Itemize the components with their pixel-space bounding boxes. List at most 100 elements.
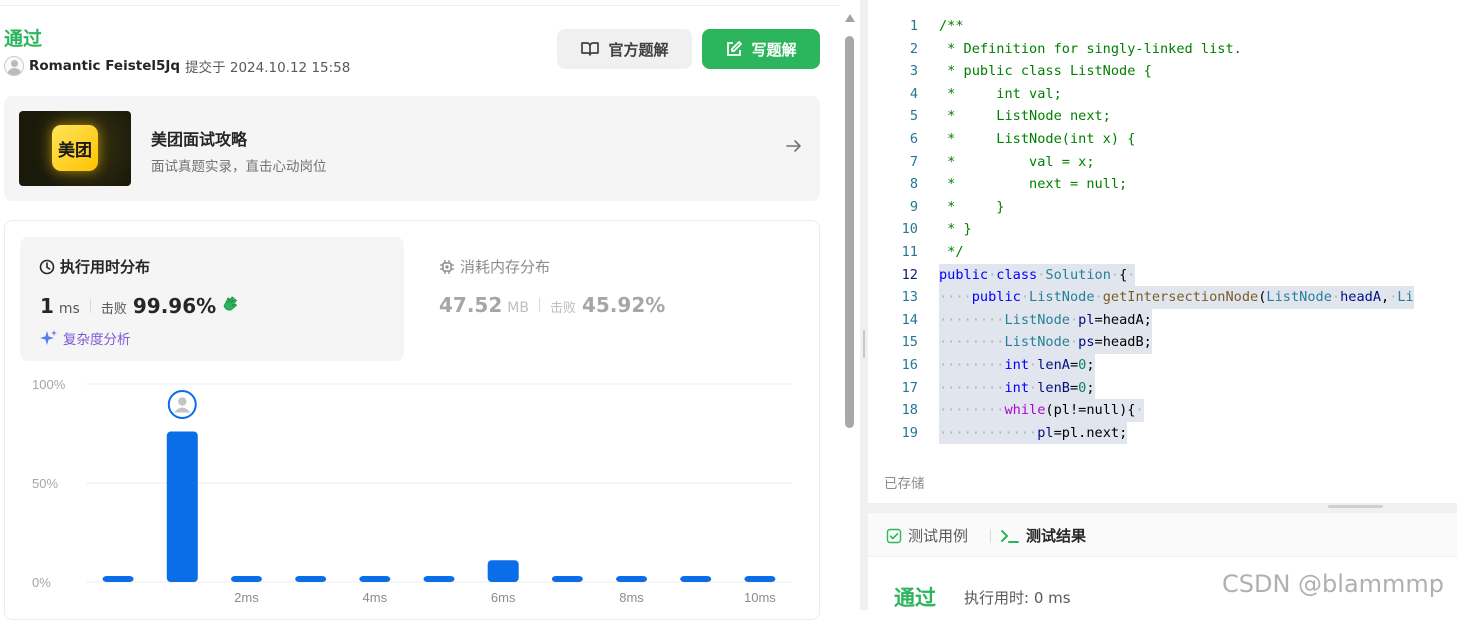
code-text[interactable]: ········int·lenA=0;	[939, 354, 1095, 377]
edit-icon	[725, 40, 743, 58]
code-text[interactable]: /**	[939, 15, 964, 38]
code-text[interactable]: * ListNode(int x) {	[939, 128, 1135, 151]
code-line[interactable]: 19 ············pl=pl.next;	[868, 421, 1457, 445]
code-line[interactable]: 17 ········int·lenB=0;	[868, 376, 1457, 400]
code-text[interactable]: * Definition for singly-linked list.	[939, 38, 1242, 61]
code-line[interactable]: 1 /**	[868, 15, 1457, 38]
code-text[interactable]: */	[939, 241, 963, 264]
runtime-beat-percent: 99.96%	[132, 294, 217, 318]
line-number: 4	[909, 85, 918, 102]
runtime-distribution-chart[interactable]: 0% 50% 100% 2ms 4ms 6ms 8ms 10ms	[20, 370, 820, 610]
code-line[interactable]: 13 ····public·ListNode·getIntersectionNod…	[868, 286, 1457, 309]
code-text[interactable]: ········ListNode·pl=headA;	[939, 308, 1152, 332]
tab-testcase[interactable]: 测试用例	[886, 525, 968, 546]
separator	[89, 299, 91, 313]
chart-bar[interactable]	[230, 576, 262, 582]
tab-testcase-label: 测试用例	[908, 527, 969, 545]
left-scrollbar-thumb[interactable]	[845, 36, 854, 428]
runtime-title-text: 执行用时分布	[60, 258, 151, 276]
panel-resize-divider[interactable]	[860, 0, 868, 610]
x-tick-label: 2ms	[234, 590, 259, 605]
code-line[interactable]: 14 ········ListNode·pl=headA;	[868, 308, 1457, 332]
resize-grip[interactable]	[863, 330, 865, 358]
code-text[interactable]: ········while(pl!=null){·	[939, 399, 1144, 422]
code-line[interactable]: 10 * }	[868, 218, 1457, 241]
line-number: 14	[901, 311, 918, 328]
memory-stats: 47.52 MB 击败 45.92%	[439, 293, 665, 317]
chart-bar[interactable]	[295, 576, 327, 582]
code-text[interactable]: ········int·lenB=0;	[939, 376, 1095, 400]
promo-banner[interactable]: 美团 美团面试攻略 面试真题实录，直击心动岗位	[4, 96, 820, 201]
code-line[interactable]: 5 * ListNode next;	[868, 105, 1457, 128]
code-line[interactable]: 9 * }	[868, 196, 1457, 219]
runtime-box[interactable]: 执行用时分布 1 ms 击败 99.96% 复杂度分析	[20, 237, 404, 361]
code-text[interactable]: public·class·Solution·{·	[939, 263, 1136, 287]
code-text[interactable]: * int val;	[939, 83, 1062, 106]
code-line[interactable]: 11 */	[868, 241, 1457, 264]
code-text[interactable]: * }	[939, 196, 1004, 219]
code-line[interactable]: 8 * next = null;	[868, 173, 1457, 196]
clap-icon	[220, 293, 240, 313]
chart-bar[interactable]	[487, 560, 519, 582]
code-line[interactable]: 4 * int val;	[868, 83, 1457, 106]
chart-bar[interactable]	[680, 576, 712, 582]
line-number: 12	[901, 266, 918, 283]
complexity-analysis-link[interactable]: 复杂度分析	[40, 328, 131, 348]
runtime-stats: 1 ms 击败 99.96%	[40, 293, 240, 318]
code-line[interactable]: 2 * Definition for singly-linked list.	[868, 38, 1457, 61]
arrow-right-icon[interactable]	[784, 136, 804, 160]
code-text[interactable]: * public class ListNode {	[939, 60, 1152, 83]
separator	[538, 298, 540, 312]
code-text[interactable]: * val = x;	[939, 151, 1094, 174]
line-number: 7	[909, 153, 918, 170]
line-number: 9	[909, 198, 918, 215]
submission-status: 通过	[4, 28, 43, 50]
chart-bar[interactable]	[551, 576, 583, 582]
code-text[interactable]: ············pl=pl.next;	[939, 421, 1128, 445]
line-number: 5	[909, 108, 918, 125]
chart-bar[interactable]	[423, 576, 455, 582]
x-tick-label: 4ms	[363, 590, 388, 605]
x-tick-label: 10ms	[744, 590, 776, 605]
x-tick-label: 8ms	[619, 590, 644, 605]
memory-title-text: 消耗内存分布	[460, 258, 551, 276]
code-line[interactable]: 3 * public class ListNode {	[868, 60, 1457, 83]
chart-bar[interactable]	[102, 576, 134, 582]
saved-indicator: 已存储	[884, 476, 925, 492]
complexity-label: 复杂度分析	[63, 332, 131, 348]
chip-icon	[439, 259, 455, 275]
code-line[interactable]: 6 * ListNode(int x) {	[868, 128, 1457, 151]
chart-bar[interactable]	[359, 576, 391, 582]
code-line[interactable]: 15 ········ListNode·ps=headB;	[868, 331, 1457, 354]
code-text[interactable]: * next = null;	[939, 173, 1127, 196]
code-line[interactable]: 12 public·class·Solution·{·	[868, 263, 1457, 287]
line-number: 1	[909, 18, 918, 34]
memory-tab[interactable]: 消耗内存分布	[439, 256, 550, 277]
code-text[interactable]: ········ListNode·ps=headB;	[939, 331, 1152, 354]
meituan-logo: 美团	[52, 125, 98, 171]
memory-beat-percent: 45.92%	[581, 293, 666, 317]
code-editor[interactable]: 1 /** 2 * Definition for singly-linked lis…	[868, 15, 1457, 455]
code-line[interactable]: 7 * val = x;	[868, 151, 1457, 174]
code-line[interactable]: 18 ········while(pl!=null){·	[868, 399, 1457, 422]
y-tick-label: 0%	[32, 575, 51, 590]
panel-drag-handle[interactable]	[1328, 505, 1383, 508]
memory-beat-label: 击败	[549, 301, 576, 316]
chart-bar[interactable]	[616, 576, 648, 582]
sparkle-icon	[40, 329, 58, 347]
tab-test-result[interactable]: 测试结果	[1000, 525, 1086, 546]
user-name[interactable]: Romantic Feistel5Jq	[29, 58, 180, 74]
chart-bar[interactable]	[744, 576, 776, 582]
line-number: 18	[901, 402, 918, 419]
official-solution-button[interactable]: 官方题解	[557, 29, 692, 69]
write-solution-button[interactable]: 写题解	[702, 29, 820, 69]
chart-bar[interactable]	[166, 431, 198, 582]
code-line[interactable]: 16 ········int·lenA=0;	[868, 354, 1457, 377]
code-text[interactable]: * }	[939, 218, 972, 241]
line-number: 10	[901, 221, 918, 238]
scroll-up-arrow-icon[interactable]	[845, 14, 855, 22]
code-text[interactable]: ····public·ListNode·getIntersectionNode(…	[939, 286, 1414, 309]
code-text[interactable]: * ListNode next;	[939, 105, 1111, 128]
user-avatar[interactable]	[4, 56, 24, 76]
user-position-avatar	[167, 390, 197, 420]
